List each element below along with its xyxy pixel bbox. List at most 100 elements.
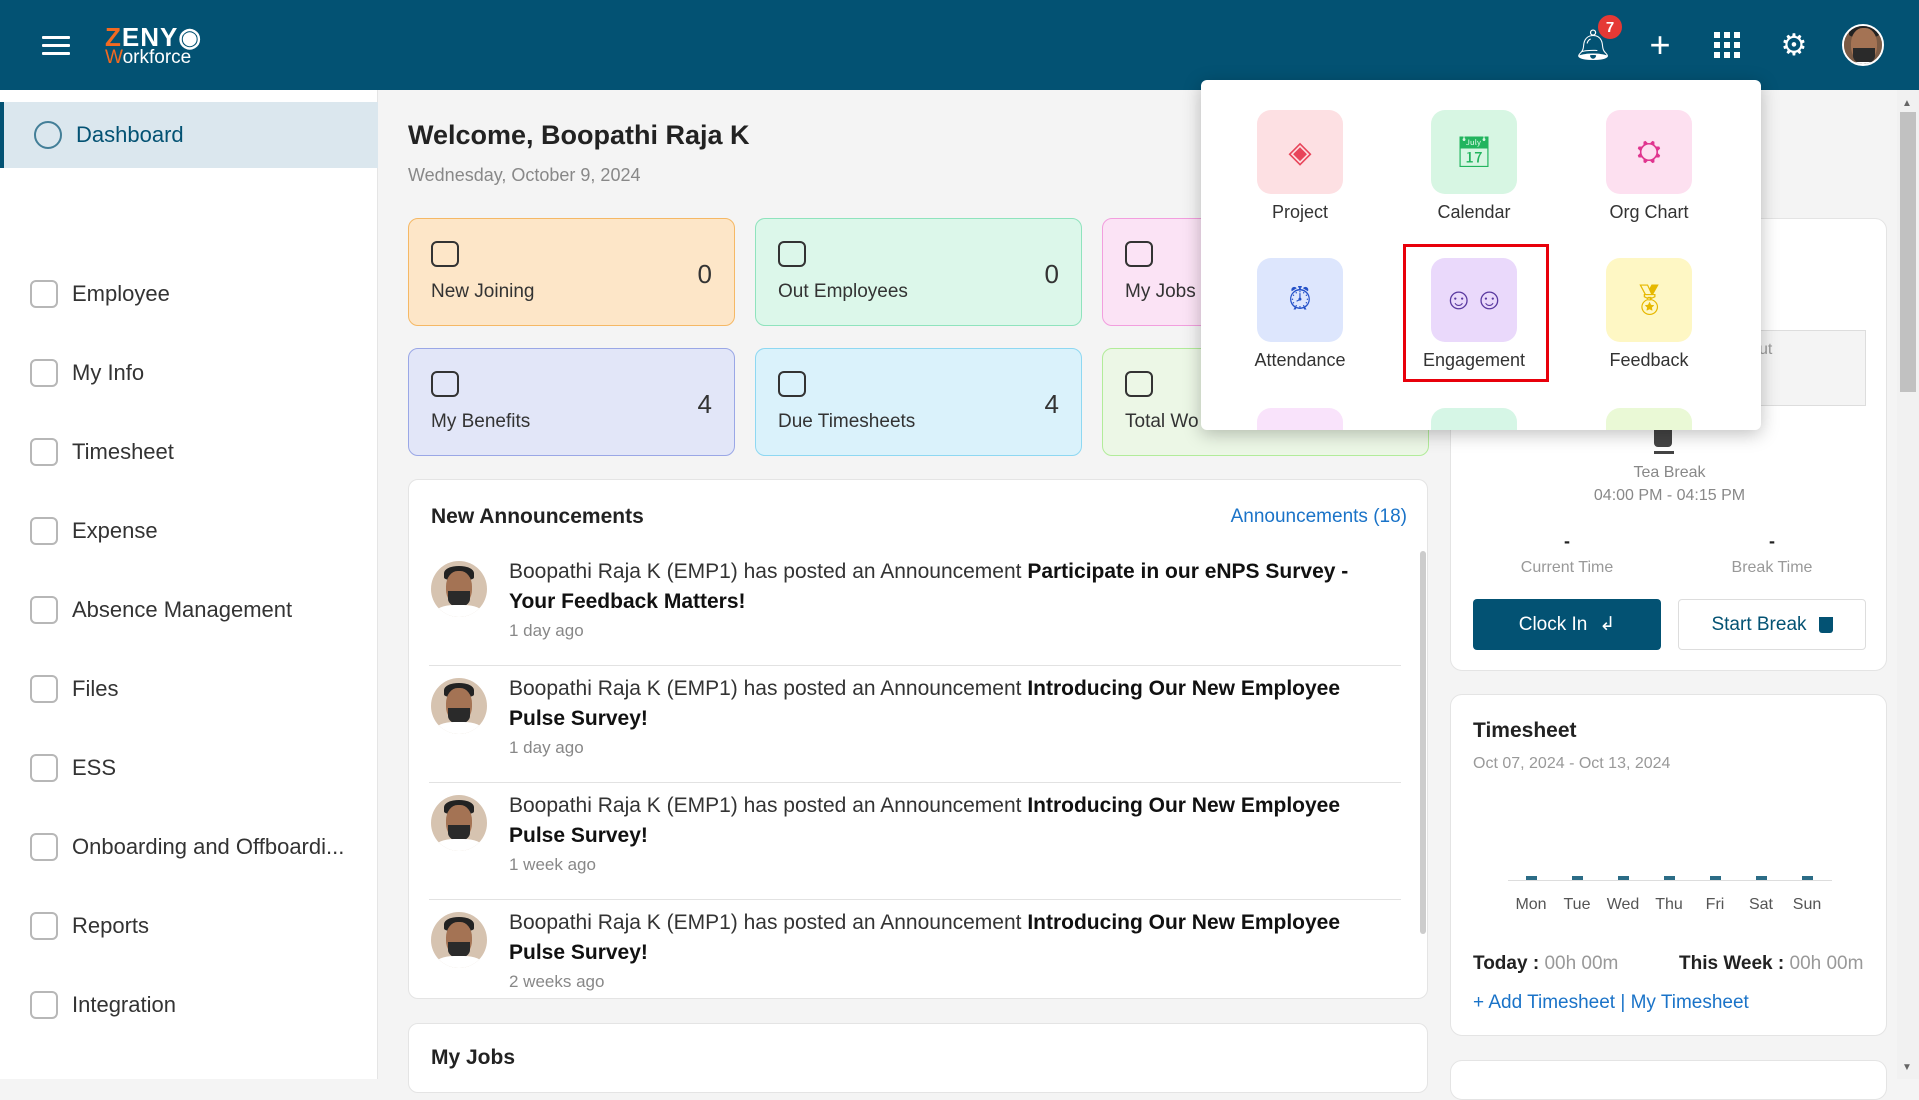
day-label: Mon <box>1515 896 1547 913</box>
sidebar-item-onboarding-and-offboardi[interactable]: Onboarding and Offboardi... <box>0 814 378 880</box>
day-label: Tue <box>1563 896 1591 913</box>
ess-icon <box>30 754 58 782</box>
start-break-label: Start Break <box>1711 613 1807 635</box>
gear-icon[interactable]: ⚙ <box>1775 26 1813 64</box>
app-tile-project[interactable]: ◈ <box>1257 110 1343 194</box>
current-date: Wednesday, October 9, 2024 <box>408 165 641 185</box>
tea-break-label: Tea Break <box>1633 464 1706 481</box>
sidebar-item-label: Timesheet <box>72 439 174 464</box>
sidebar-item-dashboard[interactable]: Dashboard <box>0 102 378 168</box>
scroll-up-arrow[interactable]: ▲ <box>1902 98 1912 109</box>
card-value: 4 <box>1044 389 1059 419</box>
app-tile-partial[interactable] <box>1606 408 1692 430</box>
sidebar-item-label: Reports <box>72 913 150 938</box>
announcement-item[interactable]: Boopathi Raja K (EMP1) has posted an Ann… <box>429 549 1401 666</box>
avatar <box>431 912 487 968</box>
start-break-button[interactable]: Start Break <box>1678 599 1866 650</box>
avatar[interactable] <box>1842 24 1884 66</box>
current-time-label: Current Time <box>1520 559 1614 576</box>
announcement-time: 1 day ago <box>509 621 584 640</box>
week-value: 00h 00m <box>1789 953 1864 974</box>
day-label: Sat <box>1748 896 1773 913</box>
sidebar-item-timesheet[interactable]: Timesheet <box>0 419 378 485</box>
sidebar-item-label: Dashboard <box>76 122 184 147</box>
hand-coin-icon <box>431 371 459 397</box>
sidebar-item-label: Employee <box>72 281 170 306</box>
timesheet-bar-mon <box>1526 876 1537 880</box>
announcements-link[interactable]: Announcements (18) <box>1231 506 1407 528</box>
expense-icon <box>30 517 58 545</box>
card-label: Out Employees <box>778 281 908 302</box>
sidebar-item-label: ESS <box>72 755 117 780</box>
announcement-text: Boopathi Raja K (EMP1) has posted an Ann… <box>509 908 1369 968</box>
stat-card-my-benefits[interactable]: My Benefits 4 <box>408 348 735 456</box>
timesheet-bar-fri <box>1710 876 1721 880</box>
card-value: 0 <box>1044 259 1059 289</box>
app-label[interactable]: Attendance <box>1220 350 1380 371</box>
timesheet-bar-thu <box>1664 876 1675 880</box>
app-tile-partial[interactable] <box>1257 408 1343 430</box>
sidebar: Dashboard Employee My Info Timesheet Expense… <box>0 90 378 1079</box>
announcement-text: Boopathi Raja K (EMP1) has posted an Ann… <box>509 791 1369 851</box>
sidebar-item-reports[interactable]: Reports <box>0 893 378 959</box>
menu-icon[interactable] <box>42 36 70 56</box>
link-separator: | <box>1620 992 1626 1013</box>
app-label[interactable]: Calendar <box>1394 202 1554 223</box>
logo[interactable]: ZENY◉ Workforce <box>105 24 202 67</box>
announcement-prefix: Boopathi Raja K (EMP1) has posted an Ann… <box>509 911 1028 934</box>
alarm-clock-icon: ⏰︎ <box>1288 283 1312 316</box>
break-time-value: - <box>1769 531 1775 551</box>
avatar <box>431 678 487 734</box>
app-label[interactable]: Feedback <box>1569 350 1729 371</box>
sidebar-item-files[interactable]: Files <box>0 656 378 722</box>
app-tile-calendar[interactable]: 📅︎ <box>1431 110 1517 194</box>
announcements-panel: New Announcements Announcements (18) Boo… <box>408 479 1428 999</box>
sidebar-item-absence-management[interactable]: Absence Management <box>0 577 378 643</box>
sidebar-item-integration[interactable]: Integration <box>0 972 378 1038</box>
task-list-icon <box>1125 371 1153 397</box>
id-badge-icon <box>1125 241 1153 267</box>
announcement-item[interactable]: Boopathi Raja K (EMP1) has posted an Ann… <box>429 783 1401 900</box>
announcement-item[interactable]: Boopathi Raja K (EMP1) has posted an Ann… <box>429 666 1401 783</box>
stat-card-new-joining[interactable]: New Joining 0 <box>408 218 735 326</box>
logo-text: W <box>105 47 123 68</box>
app-label[interactable]: Project <box>1220 202 1380 223</box>
app-tile-attendance[interactable]: ⏰︎ <box>1257 258 1343 342</box>
calendar-icon: 📅︎ <box>1454 135 1494 169</box>
announcement-prefix: Boopathi Raja K (EMP1) has posted an Ann… <box>509 677 1028 700</box>
sidebar-item-my-info[interactable]: My Info <box>0 340 378 406</box>
apps-grid-icon[interactable] <box>1708 26 1746 64</box>
stat-card-due-timesheets[interactable]: Due Timesheets 4 <box>755 348 1082 456</box>
clock-in-button[interactable]: Clock In ↲ <box>1473 599 1661 650</box>
sidebar-item-label: Absence Management <box>72 597 293 622</box>
my-timesheet-link[interactable]: My Timesheet <box>1631 992 1749 1013</box>
chart-baseline <box>1508 880 1832 881</box>
sidebar-item-expense[interactable]: Expense <box>0 498 378 564</box>
enter-icon: ↲ <box>1599 614 1616 635</box>
app-tile-partial[interactable] <box>1431 408 1517 430</box>
plus-icon[interactable]: + <box>1641 24 1679 65</box>
announcement-item[interactable]: Boopathi Raja K (EMP1) has posted an Ann… <box>429 900 1401 998</box>
add-timesheet-link[interactable]: + Add Timesheet <box>1473 992 1615 1013</box>
avatar-part <box>435 956 483 968</box>
announcements-scrollbar[interactable] <box>1420 551 1426 934</box>
timesheet-card: Timesheet Oct 07, 2024 - Oct 13, 2024 To… <box>1450 694 1887 1036</box>
employee-icon <box>30 280 58 308</box>
app-tile-feedback[interactable]: 🏅︎ <box>1606 258 1692 342</box>
announcement-time: 1 day ago <box>509 738 584 757</box>
scroll-down-arrow[interactable]: ▼ <box>1902 1062 1912 1073</box>
reports-icon <box>30 912 58 940</box>
sidebar-item-employee[interactable]: Employee <box>0 261 378 327</box>
stat-card-out-employees[interactable]: Out Employees 0 <box>755 218 1082 326</box>
card-label: Total Wo <box>1125 411 1199 432</box>
avatar <box>431 561 487 617</box>
announcement-time: 1 week ago <box>509 855 596 874</box>
card-label: Due Timesheets <box>778 411 916 432</box>
app-label[interactable]: Org Chart <box>1569 202 1729 223</box>
scrollbar-thumb[interactable] <box>1900 112 1916 392</box>
sidebar-item-ess[interactable]: ESS <box>0 735 378 801</box>
next-card <box>1450 1060 1887 1100</box>
avatar <box>431 795 487 851</box>
timesheet-range: Oct 07, 2024 - Oct 13, 2024 <box>1473 755 1671 772</box>
app-tile-org-chart[interactable]: ⛭ <box>1606 110 1692 194</box>
